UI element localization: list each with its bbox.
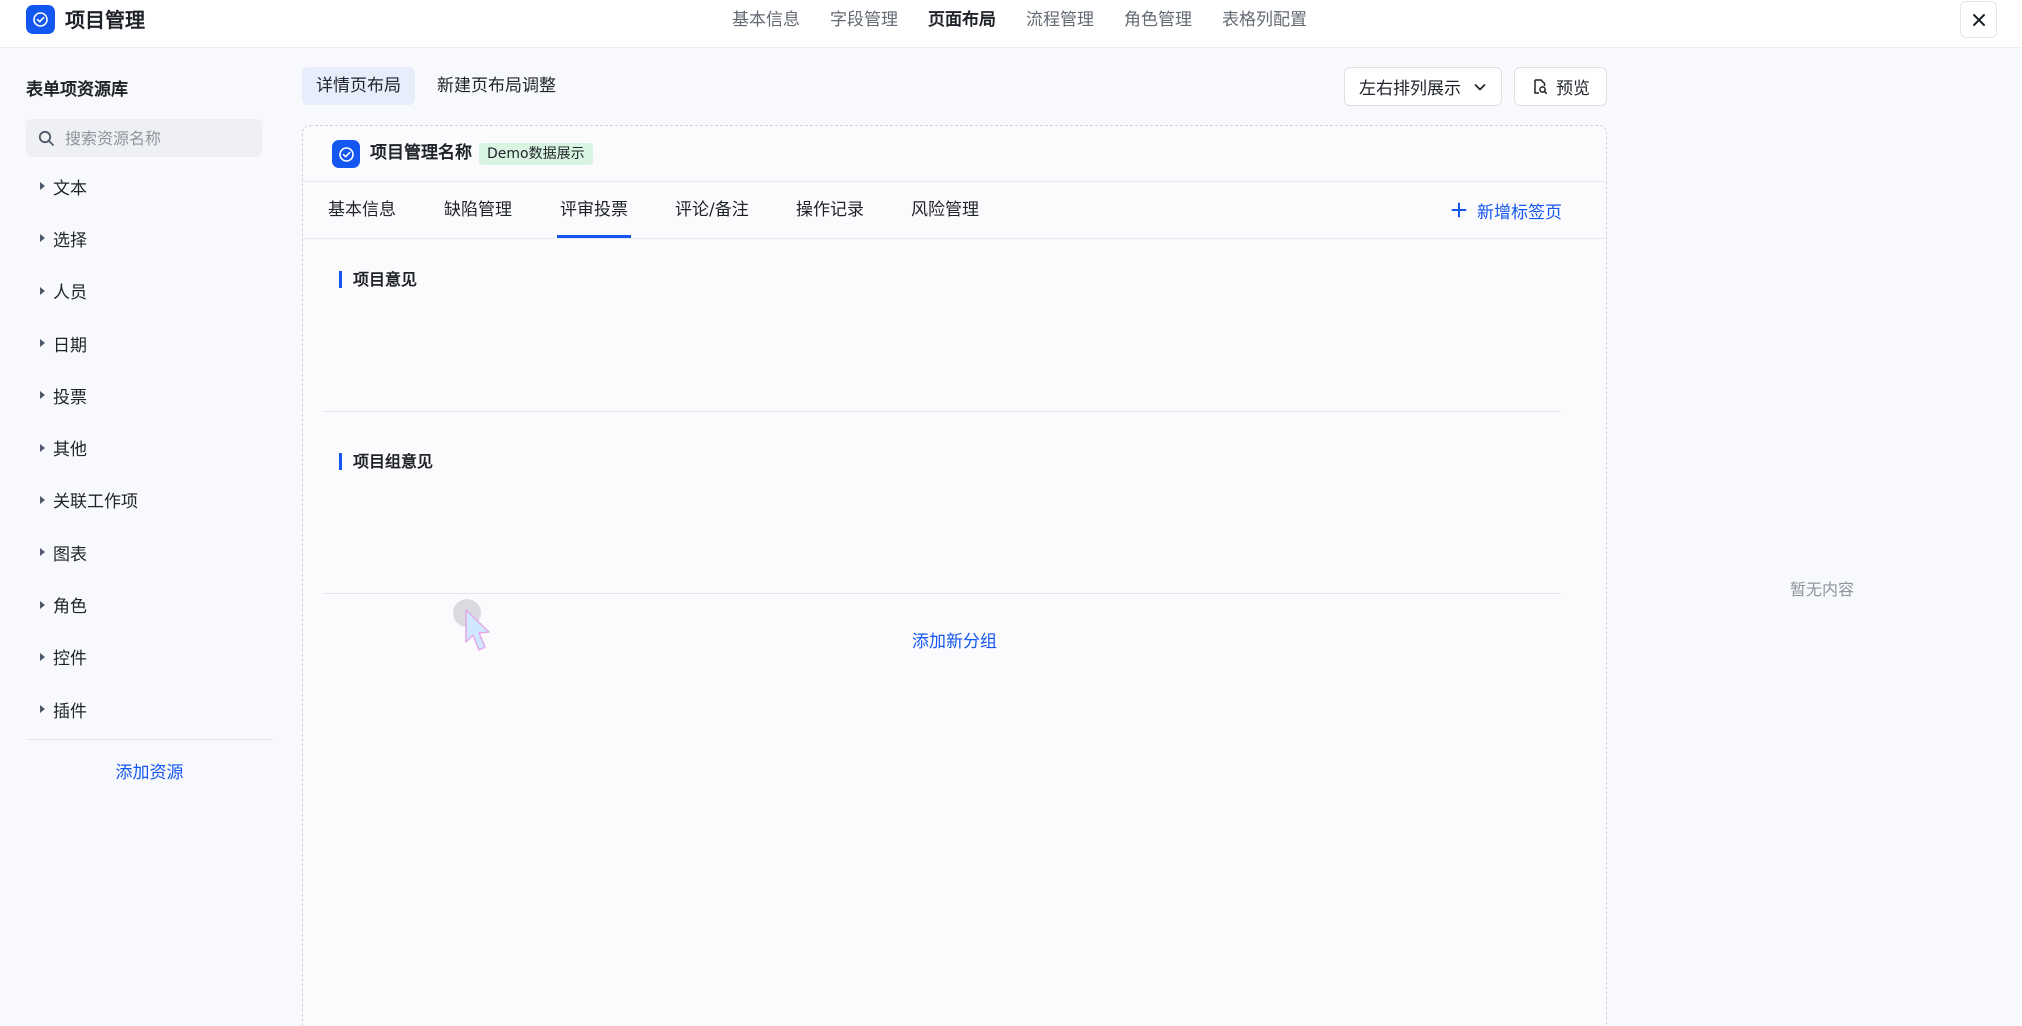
nav-role-management[interactable]: 角色管理 [1124,0,1192,40]
top-header: 项目管理 基本信息 字段管理 页面布局 流程管理 角色管理 表格列配置 [0,0,2022,48]
preview-label: 预览 [1556,79,1590,99]
add-resource-button[interactable]: 添加资源 [26,761,273,785]
resource-sidebar: 表单项资源库 文本 选择 人员 日期 投票 其他 关联工作项 图表 角色 控件 … [0,48,285,1026]
plus-icon [1451,202,1467,218]
section-accent-bar [339,453,342,470]
nav-table-column-config[interactable]: 表格列配置 [1222,0,1307,40]
expand-caret-icon [40,705,45,714]
category-label: 控件 [53,649,87,670]
close-button[interactable] [1960,1,1997,38]
tab-create-layout[interactable]: 新建页布局调整 [423,67,570,105]
search-icon [38,130,54,146]
category-chart[interactable]: 图表 [26,526,276,578]
expand-caret-icon [40,495,45,504]
tab-comments[interactable]: 评论/备注 [675,182,749,238]
section-group-opinion[interactable]: 项目组意见 [323,450,1561,620]
expand-caret-icon [40,182,45,191]
search-box[interactable] [26,119,262,157]
category-date[interactable]: 日期 [26,317,276,369]
empty-placeholder: 暂无内容 [1790,580,1855,599]
section-project-opinion[interactable]: 项目意见 [323,268,1561,438]
category-list: 文本 选择 人员 日期 投票 其他 关联工作项 图表 角色 控件 插件 [26,160,276,735]
category-plugin[interactable]: 插件 [26,683,276,735]
category-label: 文本 [53,178,87,199]
nav-field-management[interactable]: 字段管理 [830,0,898,40]
top-nav: 基本信息 字段管理 页面布局 流程管理 角色管理 表格列配置 [732,0,1337,40]
mouse-cursor-icon [452,598,498,666]
search-input[interactable] [65,128,255,148]
tab-defect-management[interactable]: 缺陷管理 [444,182,512,238]
category-label: 插件 [53,701,87,722]
category-person[interactable]: 人员 [26,265,276,317]
category-label: 角色 [53,597,87,618]
nav-process-management[interactable]: 流程管理 [1026,0,1094,40]
category-label: 选择 [53,230,87,251]
tab-detail-layout[interactable]: 详情页布局 [302,67,415,105]
expand-caret-icon [40,548,45,557]
tab-basic-info[interactable]: 基本信息 [328,182,396,238]
expand-caret-icon [40,600,45,609]
section-accent-bar [339,271,342,288]
preview-icon [1534,79,1548,95]
arrange-mode-value: 左右排列展示 [1359,79,1461,99]
tab-operation-log[interactable]: 操作记录 [796,182,864,238]
layout-canvas: 项目管理名称 Demo数据展示 基本信息 缺陷管理 评审投票 评论/备注 操作记… [302,125,1607,1026]
category-linked-item[interactable]: 关联工作项 [26,474,276,526]
project-header: 项目管理名称 Demo数据展示 [303,126,1606,182]
project-name: 项目管理名称 [370,143,472,163]
add-group-button[interactable]: 添加新分组 [303,630,1606,654]
arrange-mode-select[interactable]: 左右排列展示 [1344,67,1502,106]
expand-caret-icon [40,652,45,661]
preview-button[interactable]: 预览 [1514,67,1607,106]
category-vote[interactable]: 投票 [26,369,276,421]
app-title: 项目管理 [65,8,145,32]
expand-caret-icon [40,234,45,243]
category-label: 关联工作项 [53,492,138,513]
category-select[interactable]: 选择 [26,212,276,264]
nav-page-layout[interactable]: 页面布局 [928,0,996,40]
sidebar-title: 表单项资源库 [26,80,128,100]
nav-basic-info[interactable]: 基本信息 [732,0,800,40]
sidebar-divider [26,739,273,740]
layout-tabs: 详情页布局 新建页布局调整 [302,67,578,105]
expand-caret-icon [40,286,45,295]
category-label: 人员 [53,283,87,304]
category-label: 投票 [53,387,87,408]
category-other[interactable]: 其他 [26,421,276,473]
tab-risk-management[interactable]: 风险管理 [911,182,979,238]
category-label: 其他 [53,440,87,461]
category-control[interactable]: 控件 [26,631,276,683]
tab-review-vote[interactable]: 评审投票 [557,182,631,238]
section-title: 项目意见 [353,270,418,289]
detail-tabs: 基本信息 缺陷管理 评审投票 评论/备注 操作记录 风险管理 新增标签页 [303,182,1606,239]
section-divider [323,411,1561,412]
category-label: 图表 [53,544,87,565]
add-tab-label: 新增标签页 [1477,202,1562,223]
section-title: 项目组意见 [353,452,434,471]
section-divider [323,593,1561,594]
chevron-down-icon [1474,83,1486,90]
expand-caret-icon [40,391,45,400]
project-icon [332,140,360,168]
category-text[interactable]: 文本 [26,160,276,212]
add-tab-button[interactable]: 新增标签页 [1451,182,1562,238]
category-label: 日期 [53,335,87,356]
category-role[interactable]: 角色 [26,578,276,630]
close-icon [1972,13,1985,26]
app-logo-icon [26,5,55,34]
expand-caret-icon [40,443,45,452]
demo-badge: Demo数据展示 [479,143,593,165]
expand-caret-icon [40,339,45,348]
